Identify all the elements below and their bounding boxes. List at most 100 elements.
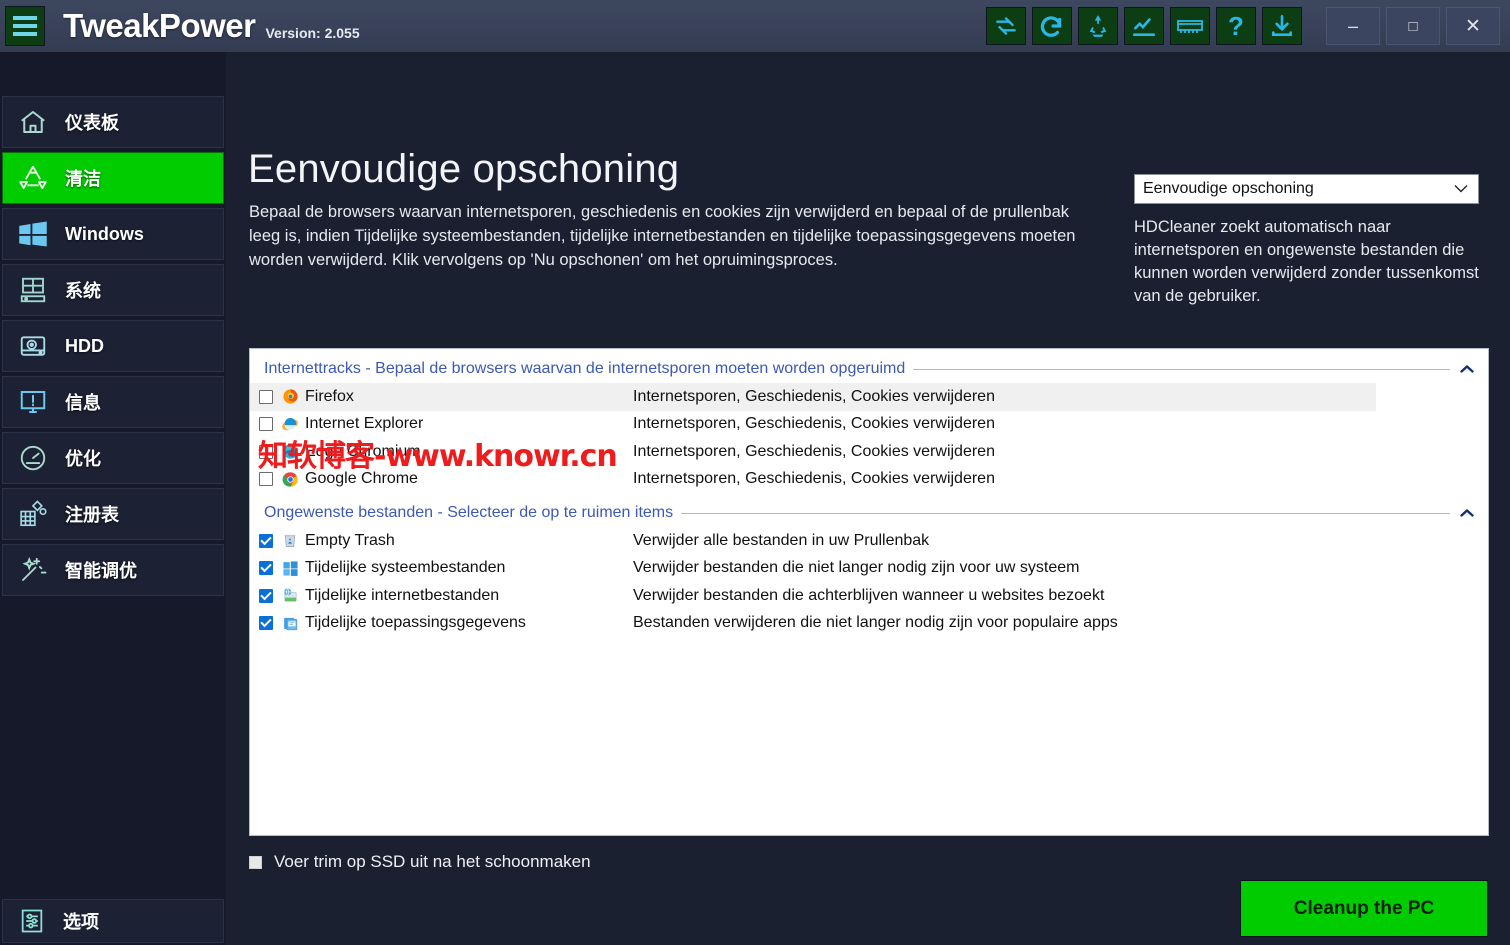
row-description: Internetsporen, Geschiedenis, Cookies ve… [633,415,995,433]
magic-wand-icon [15,552,51,588]
page-title: Eenvoudige opschoning [248,147,680,191]
home-icon [15,104,51,140]
chart-icon[interactable] [1124,7,1164,45]
group-header-rule [681,512,1450,514]
internet-explorer-icon [281,415,299,433]
sidebar-item-windows[interactable]: Windows [2,208,224,260]
redo-icon[interactable] [1032,7,1072,45]
sidebar-item-options[interactable]: 选项 [2,899,224,943]
page-description: Bepaal de browsers waarvan internetspore… [249,203,1076,269]
main-content: Eenvoudige opschoning Bepaal de browsers… [226,52,1510,945]
ssd-trim-label: Voer trim op SSD uit na het schoonmaken [274,852,591,871]
hamburger-bar [13,16,37,20]
cleanup-list-panel[interactable]: Internettracks - Bepaal de browsers waar… [249,348,1489,836]
row-checkbox[interactable] [259,561,273,576]
table-row[interactable]: Firefox Internetsporen, Geschiedenis, Co… [250,383,1376,411]
app-data-icon [281,614,299,632]
gauge-icon [15,440,51,476]
row-description: Verwijder bestanden die achterblijven wa… [633,586,1105,604]
row-description: Bestanden verwijderen die niet langer no… [633,614,1118,632]
table-row[interactable]: Google Chrome Internetsporen, Geschieden… [250,466,1488,494]
group-header-unwanted-files[interactable]: Ongewenste bestanden - Selecteer de op t… [250,499,1488,527]
system-icon [15,272,51,308]
sidebar-item-system[interactable]: 系统 [2,264,224,316]
row-checkbox[interactable] [259,417,273,432]
registry-icon [15,496,51,532]
sidebar-item-optimize[interactable]: 优化 [2,432,224,484]
ssd-trim-row[interactable]: Voer trim op SSD uit na het schoonmaken [249,852,591,872]
group-header-label: Ongewenste bestanden - Selecteer de op t… [264,504,674,521]
cleanup-the-pc-button[interactable]: Cleanup the PC [1240,880,1488,937]
row-label: Tijdelijke systeembestanden [305,559,506,577]
sidebar-item-registry[interactable]: 注册表 [2,488,224,540]
download-icon[interactable] [1262,7,1302,45]
sidebar-item-label: 仪表板 [65,113,119,133]
row-description: Internetsporen, Geschiedenis, Cookies ve… [633,442,995,460]
row-label: Empty Trash [305,531,395,549]
row-description: Internetsporen, Geschiedenis, Cookies ve… [633,470,995,488]
cleanup-mode-select[interactable]: Eenvoudige opschoning [1134,174,1479,204]
cleanup-button-label: Cleanup the PC [1293,897,1435,919]
row-label: Edge Chromium [305,442,421,460]
sliders-icon [15,904,49,938]
chevron-down-icon [1454,180,1468,198]
help-icon[interactable]: ? [1216,7,1256,45]
sidebar-item-label: 智能调优 [65,561,137,581]
row-label: Tijdelijke toepassingsgegevens [305,614,526,632]
ssd-trim-checkbox[interactable] [249,855,262,869]
sidebar-item-info[interactable]: 信息 [2,376,224,428]
trash-icon [281,532,299,550]
cleanup-mode-description: HDCleaner zoekt automatisch naar interne… [1134,218,1479,305]
minimize-glyph: – [1347,16,1358,36]
windows-icon [281,559,299,577]
app-version-label: Version: 2.055 [265,24,360,41]
table-row[interactable]: Tijdelijke toepassingsgegevens Bestanden… [250,610,1488,638]
table-row[interactable]: Tijdelijke internetbestanden Verwijder b… [250,582,1488,610]
sync-icon[interactable] [986,7,1026,45]
sidebar-item-clean[interactable]: 清洁 [2,152,224,204]
monitor-info-icon [15,384,51,420]
mode-panel: Eenvoudige opschoning HDCleaner zoekt au… [1134,174,1486,308]
group-header-label: Internettracks - Bepaal de browsers waar… [264,360,906,377]
sidebar-item-label: Windows [65,223,144,244]
row-label: Firefox [305,387,354,405]
hamburger-bar [13,32,37,36]
row-checkbox[interactable] [259,588,273,603]
close-button[interactable]: ✕ [1446,7,1500,45]
maximize-glyph: □ [1408,17,1418,35]
recycle-icon[interactable] [1078,7,1118,45]
ram-icon[interactable] [1170,7,1210,45]
group-header-internettracks[interactable]: Internettracks - Bepaal de browsers waar… [250,355,1488,383]
sidebar-item-smart-tuning[interactable]: 智能调优 [2,544,224,596]
firefox-icon [281,388,299,406]
row-label: Google Chrome [305,470,418,488]
table-row[interactable]: Tijdelijke systeembestanden Verwijder be… [250,555,1488,583]
titlebar-icon-group: ? [986,7,1302,45]
row-checkbox[interactable] [259,389,273,404]
chrome-icon [281,470,299,488]
row-label: Tijdelijke internetbestanden [305,586,500,604]
row-checkbox[interactable] [259,616,273,631]
minimize-button[interactable]: – [1326,7,1380,45]
table-row[interactable]: Internet Explorer Internetsporen, Geschi… [250,411,1488,439]
row-description: Internetsporen, Geschiedenis, Cookies ve… [633,387,995,405]
maximize-button[interactable]: □ [1386,7,1440,45]
hamburger-menu-icon[interactable] [5,6,45,46]
close-glyph: ✕ [1465,15,1481,37]
hamburger-bar [13,24,37,28]
row-checkbox[interactable] [259,472,273,487]
sidebar-item-dashboard[interactable]: 仪表板 [2,96,224,148]
chevron-up-icon[interactable] [1460,365,1474,373]
recycle-icon [15,160,51,196]
row-description: Verwijder alle bestanden in uw Prullenba… [633,531,930,549]
row-checkbox[interactable] [259,533,273,548]
sidebar-item-label: 清洁 [65,169,101,189]
table-row[interactable]: Edge Chromium Internetsporen, Geschieden… [250,438,1488,466]
row-checkbox[interactable] [259,444,273,459]
title-bar: TweakPower Version: 2.055 ? – □ ✕ [0,0,1510,52]
cleanup-mode-value: Eenvoudige opschoning [1143,180,1314,197]
chevron-up-icon[interactable] [1460,509,1474,517]
sidebar: 仪表板 清洁 Windows 系统 HDD 信息 优化 注册表 智能调优 选项 [0,52,226,945]
table-row[interactable]: Empty Trash Verwijder alle bestanden in … [250,527,1488,555]
sidebar-item-hdd[interactable]: HDD [2,320,224,372]
